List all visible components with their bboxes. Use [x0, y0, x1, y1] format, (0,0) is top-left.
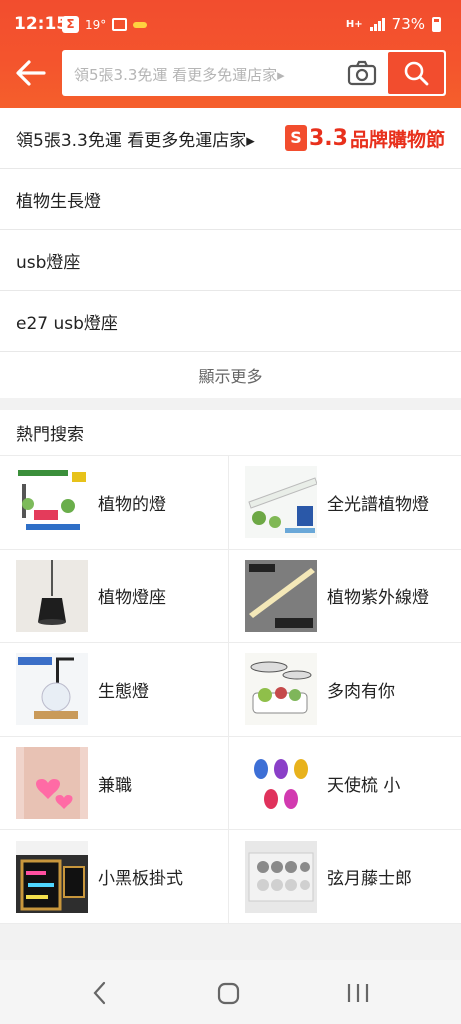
status-battery: 73% — [391, 15, 425, 33]
suggestion-item[interactable]: usb燈座 — [0, 230, 461, 291]
back-arrow-icon[interactable] — [14, 56, 48, 90]
hot-item-label: 多肉有你 — [327, 681, 395, 702]
hot-search-title: 熱門搜索 — [0, 410, 461, 456]
status-icons: Σ 19° — [62, 16, 148, 33]
tube-light-thumbnail — [245, 466, 317, 539]
led-bar-thumbnail — [245, 559, 317, 632]
suggestion-label: usb燈座 — [16, 252, 81, 273]
figure-thumbnail — [245, 840, 317, 913]
hot-item-blackboard[interactable]: 小黑板掛式 — [0, 830, 229, 924]
image-icon — [112, 18, 128, 31]
suggestion-item[interactable]: e27 usb燈座 — [0, 291, 461, 352]
shopping-bag-icon: S — [285, 125, 307, 151]
angel-comb-thumbnail — [245, 747, 317, 820]
search-button[interactable] — [388, 52, 444, 94]
brand-text: 品牌購物節 — [349, 128, 445, 151]
battery-icon — [432, 16, 441, 32]
hot-item-label: 兼職 — [98, 775, 132, 796]
search-icon — [404, 61, 429, 86]
hot-item-eco-lamp[interactable]: 生態燈 — [0, 643, 229, 737]
hot-item-figure[interactable]: 弦月藤士郎 — [229, 830, 461, 924]
suggestion-label: e27 usb燈座 — [16, 313, 118, 334]
part-time-thumbnail — [16, 747, 88, 820]
eco-lamp-thumbnail — [16, 653, 88, 726]
status-time: 12:15 — [14, 14, 69, 34]
hot-item-tube-light[interactable]: 全光譜植物燈 — [229, 456, 461, 550]
hot-item-plant-lamp[interactable]: 植物的燈 — [0, 456, 229, 550]
nav-recents-icon[interactable] — [345, 980, 371, 1006]
nav-home-icon[interactable] — [217, 980, 241, 1006]
hot-item-label: 植物燈座 — [98, 588, 166, 609]
hot-item-angel-comb[interactable]: 天使梳 小 — [229, 737, 461, 831]
succulent-light-thumbnail — [245, 653, 317, 726]
hot-item-label: 植物紫外線燈 — [327, 588, 429, 609]
hot-item-part-time[interactable]: 兼職 — [0, 736, 229, 831]
suggestion-list: 領5張3.3免運 看更多免運店家▸ S 3.3 品牌購物節 植物生長燈 usb燈… — [0, 108, 461, 398]
search-bar[interactable]: 領5張3.3免運 看更多免運店家▸ — [62, 50, 446, 96]
signal-icon — [369, 17, 385, 31]
status-net: H+ — [345, 18, 363, 30]
hot-item-label: 天使梳 小 — [327, 775, 401, 796]
nav-back-icon[interactable] — [90, 980, 110, 1006]
system-nav-bar — [0, 960, 461, 1024]
hot-item-uv-lamp[interactable]: 植物紫外線燈 — [229, 550, 461, 644]
promo-suggestion[interactable]: 領5張3.3免運 看更多免運店家▸ S 3.3 品牌購物節 — [0, 108, 461, 169]
hot-item-lamp-base[interactable]: 植物燈座 — [0, 549, 229, 644]
pendant-lamp-thumbnail — [16, 559, 88, 632]
sigma-icon: Σ — [62, 16, 79, 33]
weather-icon — [133, 21, 148, 28]
brand-number: 3.3 — [309, 125, 348, 151]
promo-text: 領5張3.3免運 看更多免運店家▸ — [16, 130, 255, 151]
hot-search-grid: 植物的燈 全光譜植物燈 植物燈座 植物紫外線燈 生態燈 多肉有你 兼職 天使梳 … — [0, 456, 461, 924]
hot-item-label: 小黑板掛式 — [98, 869, 183, 890]
brand-festival-logo: S 3.3 品牌購物節 — [285, 125, 445, 152]
hot-item-label: 生態燈 — [98, 681, 149, 702]
status-bar: 12:15 Σ 19° H+ 73% — [0, 0, 461, 48]
search-input[interactable]: 領5張3.3免運 看更多免運店家▸ — [74, 64, 285, 85]
status-temp: 19° — [85, 17, 107, 32]
suggestion-label: 植物生長燈 — [16, 191, 101, 212]
hot-item-label: 植物的燈 — [98, 494, 166, 515]
hot-item-label: 弦月藤士郎 — [327, 869, 412, 890]
show-more-button[interactable]: 顯示更多 — [0, 352, 461, 398]
status-right: H+ 73% — [346, 15, 441, 33]
plant-lamp-thumbnail — [16, 466, 88, 539]
blackboard-thumbnail — [16, 840, 88, 913]
header: 12:15 Σ 19° H+ 73% 領5張3.3免運 看更多免運店家▸ — [0, 0, 461, 108]
suggestion-item[interactable]: 植物生長燈 — [0, 169, 461, 230]
hot-item-succulent[interactable]: 多肉有你 — [229, 643, 461, 737]
camera-icon[interactable] — [347, 60, 377, 86]
hot-search-section: 熱門搜索 植物的燈 全光譜植物燈 植物燈座 植物紫外線燈 生態燈 多肉有你 兼職… — [0, 410, 461, 924]
hot-item-label: 全光譜植物燈 — [327, 494, 429, 515]
